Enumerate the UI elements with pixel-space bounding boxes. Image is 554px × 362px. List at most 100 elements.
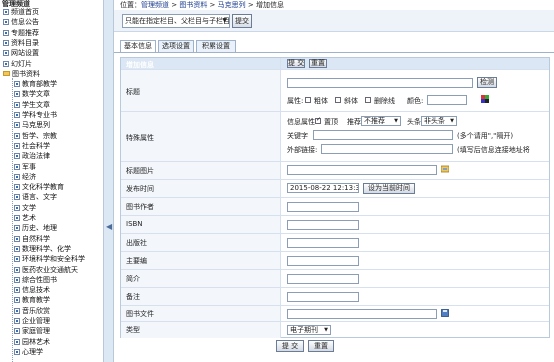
page-icon	[14, 91, 20, 98]
chevron-down-icon: ▼	[222, 17, 227, 24]
color-picker-icon[interactable]	[481, 95, 489, 103]
tree-item[interactable]: 政治法律	[14, 152, 50, 161]
tree-item-label: 信息公告	[11, 18, 39, 27]
external-link-label: 外部链接:	[287, 146, 318, 154]
tree-item[interactable]: 教育部教学	[14, 80, 57, 89]
tree-guide-line	[12, 78, 13, 362]
pin-top-checkbox[interactable]	[315, 116, 321, 124]
tree-item-label: 马克思列	[22, 121, 50, 130]
tree-item[interactable]: 历史、地理	[14, 224, 57, 233]
page-icon	[14, 81, 20, 88]
tree-item[interactable]: 家庭管理	[14, 327, 50, 336]
recommend-select[interactable]: 不推荐 ▼	[361, 116, 401, 126]
tree-item[interactable]: 企业管理	[14, 317, 50, 326]
tree-item[interactable]: 文学	[14, 204, 36, 213]
editor-input[interactable]	[287, 256, 359, 266]
bold-checkbox[interactable]	[305, 97, 311, 103]
tree-item-label: 学生文章	[22, 100, 50, 109]
info-attr-label: 信息属性:	[287, 118, 318, 126]
type-select[interactable]: 电子期刊 ▼	[287, 325, 331, 335]
breadcrumb-manage-channel[interactable]: 管理频道	[141, 1, 169, 9]
tree-item[interactable]: 经济	[14, 173, 36, 182]
color-label: 颜色:	[407, 97, 424, 105]
publish-time-input[interactable]: 2015-08-22 12:13:31	[287, 183, 359, 193]
external-link-input[interactable]	[321, 144, 453, 154]
tree-item[interactable]: 信息技术	[14, 286, 50, 295]
chevron-down-icon: ▼	[324, 327, 328, 333]
page-icon	[14, 328, 20, 335]
channel-tree: 管理频道 频道首页 信息公告 专题推荐 资料目录 网站设置 幻灯片 图书资料 教育部教学 数学文…	[0, 0, 104, 362]
tree-item[interactable]: 数理科学、化学	[14, 245, 71, 254]
tree-item[interactable]: 环境科学和安全科学	[14, 255, 85, 264]
title-image-input[interactable]	[287, 165, 437, 175]
tree-item[interactable]: 军事	[14, 163, 36, 172]
page-icon	[14, 225, 20, 232]
tree-item[interactable]: 园林艺术	[14, 338, 50, 347]
submit-button[interactable]: 提 交	[276, 340, 304, 352]
tree-item[interactable]: 幻灯片	[3, 60, 32, 69]
category-select[interactable]: 只能在指定栏目、父栏目与子栏目 ▼	[122, 14, 230, 28]
tree-item[interactable]: 文化科学教育	[14, 183, 64, 192]
tree-item-label: 网站设置	[11, 49, 39, 58]
panel-splitter[interactable]: ◀	[104, 0, 114, 362]
title-label-cell: 标题	[121, 70, 281, 111]
breadcrumb-category[interactable]: 马克思列	[218, 1, 246, 9]
breadcrumb: 位置：管理频道 > 图书资料 > 马克思列 > 增加信息	[120, 1, 284, 10]
strike-checkbox[interactable]	[365, 97, 371, 103]
tree-item[interactable]: 学生文章	[14, 101, 50, 110]
upload-image-icon[interactable]	[441, 165, 449, 173]
editor-row: 主要编	[121, 252, 549, 270]
tree-item[interactable]: 自然科学	[14, 235, 50, 244]
tree-item[interactable]: 信息公告	[3, 18, 39, 27]
publisher-input[interactable]	[287, 238, 359, 248]
tree-item[interactable]: 医药农业交通航天	[14, 266, 78, 275]
tree-item[interactable]: 数学文章	[14, 90, 50, 99]
set-current-time-button[interactable]: 设为当前时间	[363, 183, 415, 194]
headline-select[interactable]: 非头条 ▼	[421, 116, 457, 126]
tree-item[interactable]: 频道首页	[3, 8, 39, 17]
tree-item[interactable]: 社会科学	[14, 142, 50, 151]
intro-input[interactable]	[287, 274, 359, 284]
author-input[interactable]	[287, 202, 359, 212]
tree-item[interactable]: 心理学	[14, 348, 43, 357]
publish-time-row: 发布时间 2015-08-22 12:13:31 设为当前时间	[121, 180, 549, 198]
page-icon	[14, 163, 20, 170]
reset-button[interactable]: 重置	[308, 340, 334, 352]
tab-underline	[114, 52, 554, 53]
top-submit-button[interactable]: 提交	[232, 14, 252, 28]
tree-item[interactable]: 马克思列	[14, 121, 50, 130]
title-input[interactable]	[287, 78, 473, 88]
tree-item[interactable]: 图书资料	[3, 70, 40, 79]
isbn-input[interactable]	[287, 220, 359, 230]
tree-item-label: 数理科学、化学	[22, 244, 71, 253]
tree-item[interactable]: 教育教学	[14, 296, 50, 305]
main-panel: 位置：管理频道 > 图书资料 > 马克思列 > 增加信息 只能在指定栏目、父栏目…	[114, 0, 554, 362]
check-title-button[interactable]: 检测	[477, 77, 497, 88]
color-input[interactable]	[427, 95, 467, 105]
book-file-label: 图书文件	[126, 310, 154, 318]
tree-item[interactable]: 语言、文字	[14, 193, 57, 202]
tab-points[interactable]: 积累设置	[196, 40, 236, 52]
tree-item-label: 医药农业交通航天	[22, 265, 78, 274]
italic-checkbox[interactable]	[335, 97, 341, 103]
page-icon	[14, 245, 20, 252]
tab-options[interactable]: 选项设置	[158, 40, 194, 52]
tree-item[interactable]: 哲学、宗教	[14, 132, 57, 141]
upload-file-icon[interactable]	[441, 309, 449, 317]
note-input[interactable]	[287, 292, 359, 302]
keyword-input[interactable]	[313, 130, 453, 140]
tree-item[interactable]: 资料目录	[3, 39, 39, 48]
breadcrumb-book-material[interactable]: 图书资料	[179, 1, 207, 9]
tree-item[interactable]: 艺术	[14, 214, 36, 223]
tree-item[interactable]: 专题推荐	[3, 29, 39, 38]
attr-label: 属性:	[287, 97, 304, 105]
tree-item[interactable]: 综合性图书	[14, 276, 57, 285]
header-reset-button[interactable]: 重置	[309, 59, 327, 68]
tree-item[interactable]: 学科专业书	[14, 111, 57, 120]
page-icon	[14, 215, 20, 221]
tree-item[interactable]: 网站设置	[3, 49, 39, 58]
book-file-input[interactable]	[287, 309, 437, 319]
header-submit-button[interactable]: 提 交	[287, 59, 305, 68]
tree-item[interactable]: 音乐欣赏	[14, 307, 50, 316]
collapse-arrow-icon[interactable]: ◀	[106, 222, 112, 231]
